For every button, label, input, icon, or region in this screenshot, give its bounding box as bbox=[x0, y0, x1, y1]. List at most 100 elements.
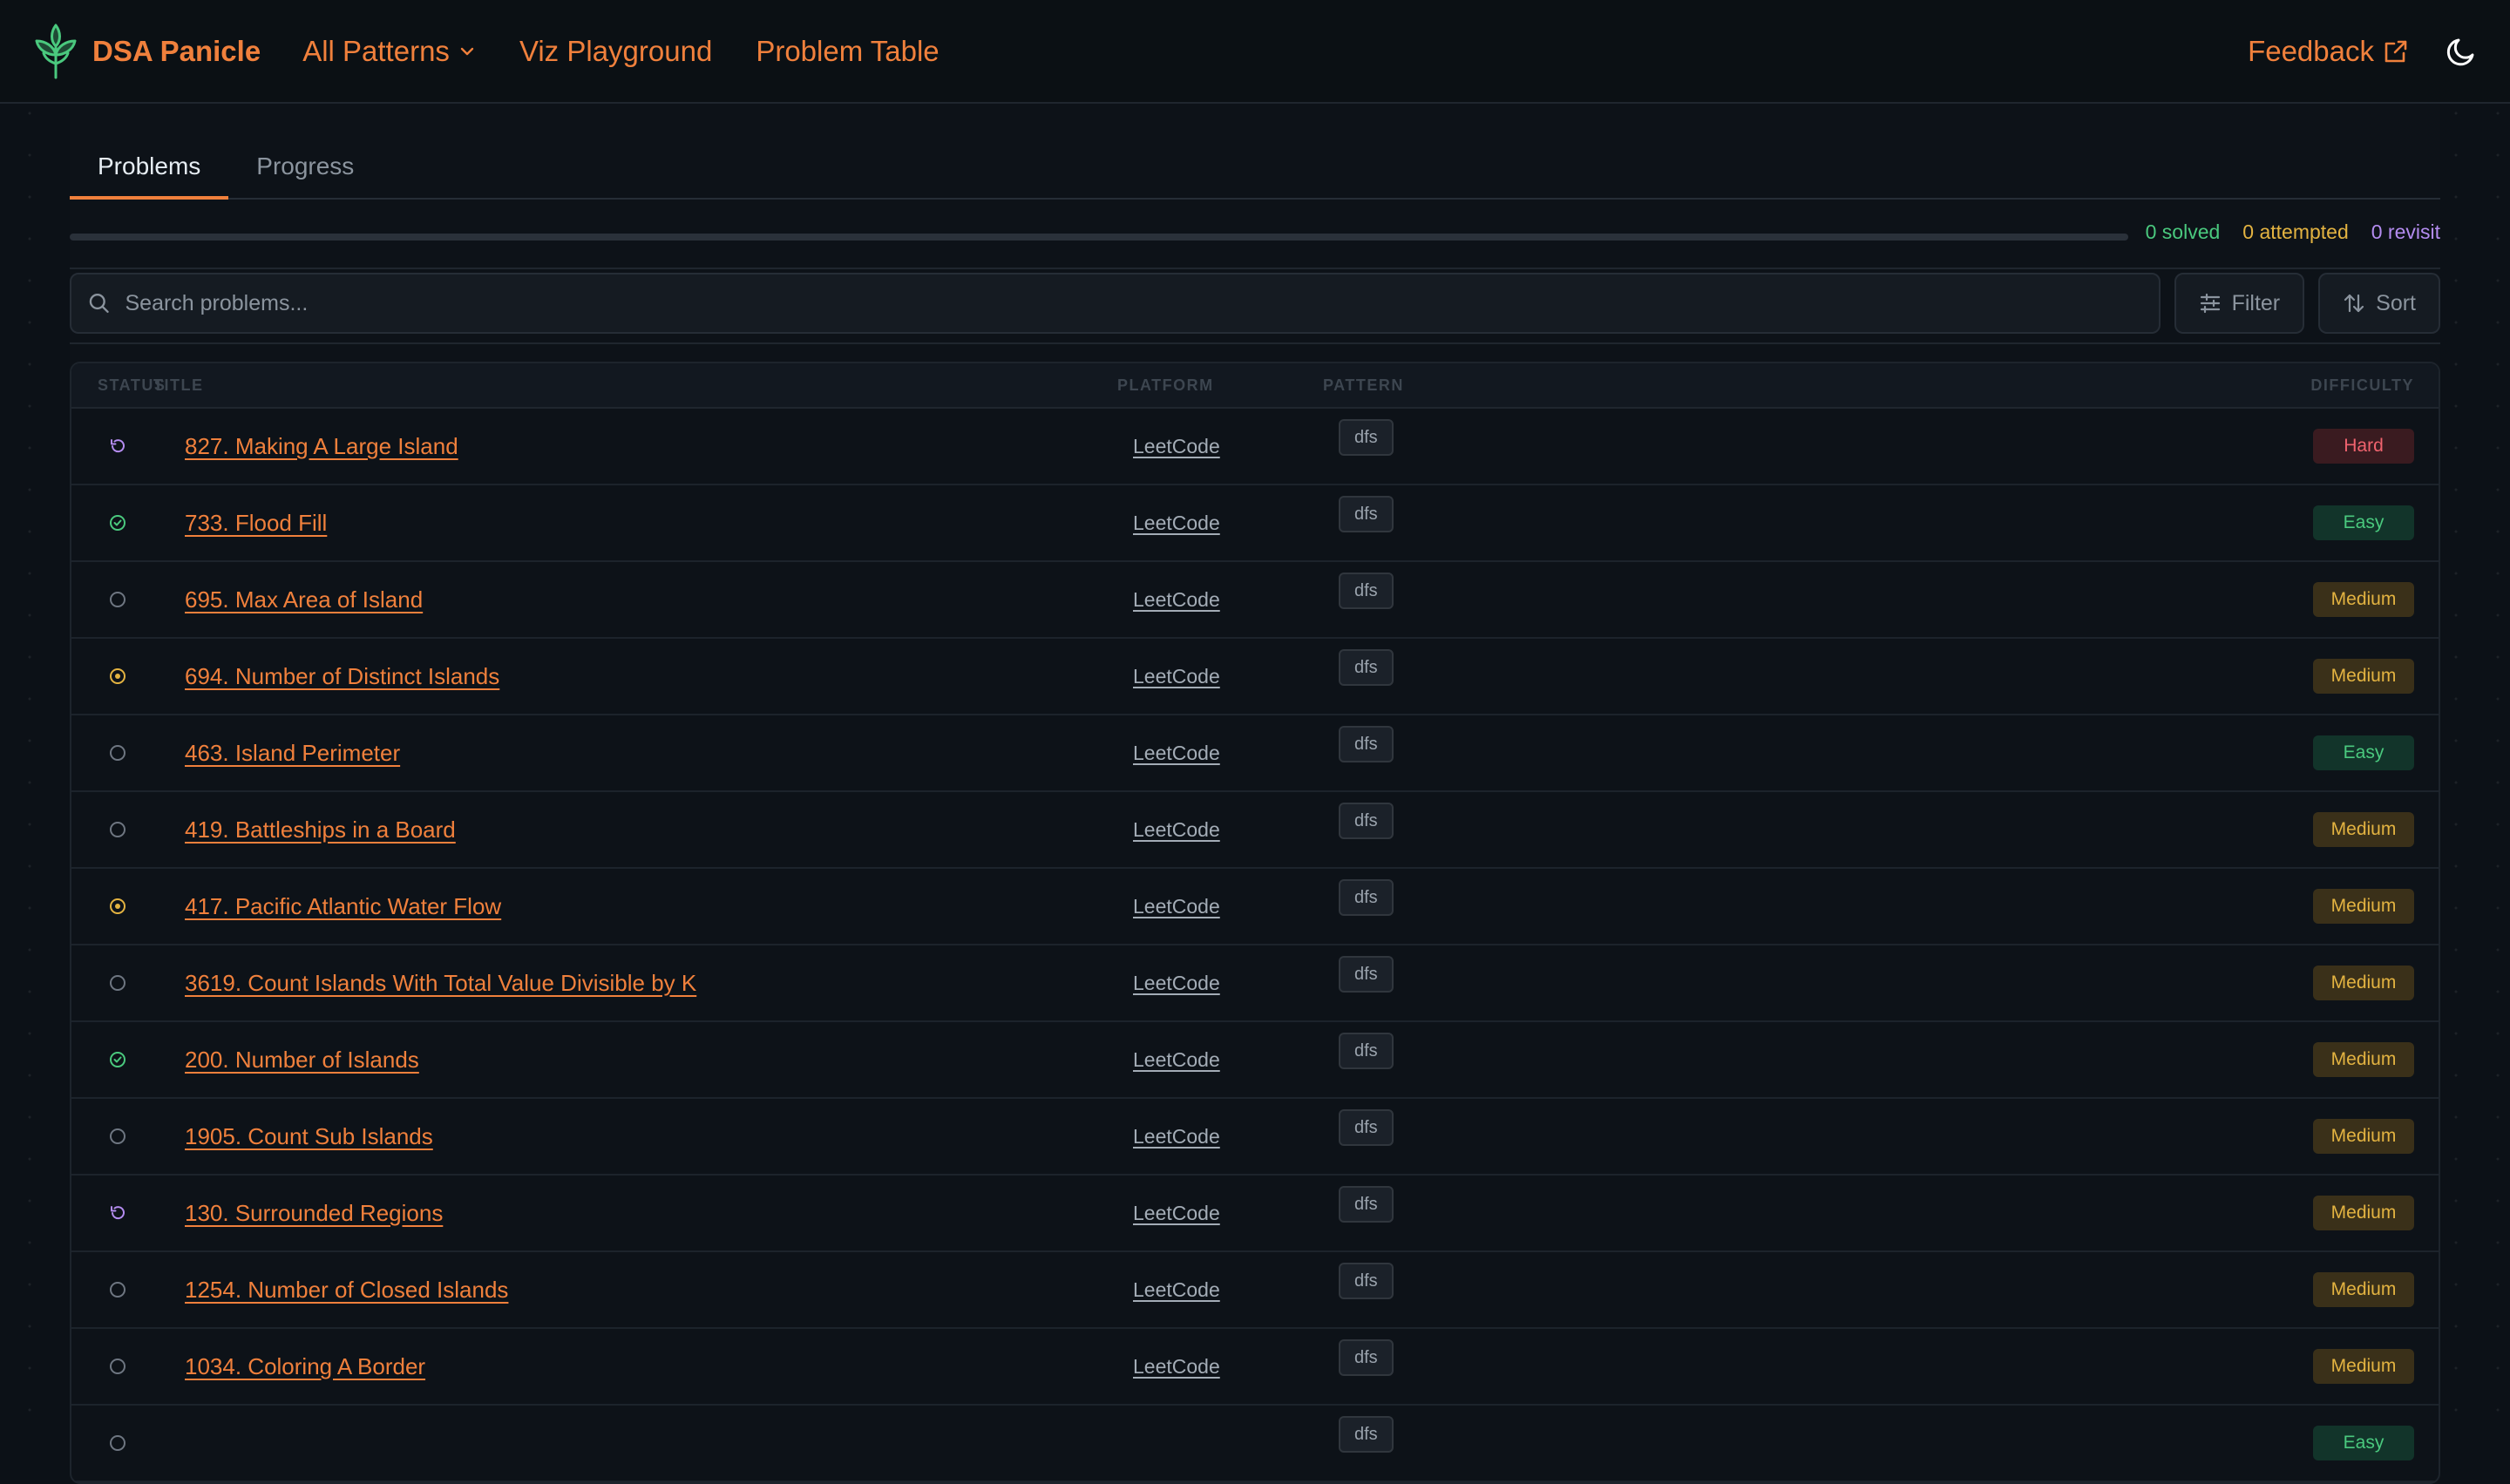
header-title[interactable]: TITLE bbox=[153, 376, 1117, 395]
difficulty-badge: Easy bbox=[2313, 1426, 2414, 1460]
pattern-tag[interactable]: dfs bbox=[1339, 726, 1394, 762]
pattern-tag[interactable]: dfs bbox=[1339, 1416, 1394, 1453]
platform-link[interactable]: LeetCode bbox=[1117, 895, 1220, 918]
pattern-tag[interactable]: dfs bbox=[1339, 419, 1394, 456]
table-row[interactable]: 200. Number of Islands LeetCode dfs Medium bbox=[71, 1022, 2439, 1099]
header-platform[interactable]: PLATFORM bbox=[1117, 376, 1323, 395]
problem-title-link[interactable]: 463. Island Perimeter bbox=[185, 740, 400, 766]
problem-title-link[interactable]: 1034. Coloring A Border bbox=[185, 1353, 425, 1379]
status-todo-icon bbox=[110, 975, 126, 991]
header-difficulty[interactable]: DIFFICULTY bbox=[2299, 376, 2439, 395]
search-input[interactable] bbox=[125, 290, 2143, 316]
table-row[interactable]: dfs Easy bbox=[71, 1406, 2439, 1482]
tab-progress[interactable]: Progress bbox=[228, 142, 382, 200]
table-row[interactable]: 695. Max Area of Island LeetCode dfs Medium bbox=[71, 562, 2439, 639]
pattern-tag[interactable]: dfs bbox=[1339, 1339, 1394, 1376]
platform-link[interactable]: LeetCode bbox=[1117, 1048, 1220, 1071]
feedback-link[interactable]: Feedback bbox=[2248, 35, 2409, 68]
pattern-tag[interactable]: dfs bbox=[1339, 496, 1394, 532]
problem-title-link[interactable]: 733. Flood Fill bbox=[185, 510, 327, 536]
table-row[interactable]: 1034. Coloring A Border LeetCode dfs Medium bbox=[71, 1329, 2439, 1406]
brand-link[interactable]: DSA Panicle bbox=[31, 24, 261, 79]
platform-cell bbox=[1117, 1432, 1323, 1455]
pattern-tag[interactable]: dfs bbox=[1339, 879, 1394, 916]
table-row[interactable]: 1254. Number of Closed Islands LeetCode df… bbox=[71, 1252, 2439, 1329]
table-row[interactable]: 694. Number of Distinct Islands LeetCode d… bbox=[71, 639, 2439, 715]
platform-link[interactable]: LeetCode bbox=[1117, 1278, 1220, 1301]
platform-link[interactable]: LeetCode bbox=[1117, 512, 1220, 534]
pattern-tag[interactable]: dfs bbox=[1339, 1186, 1394, 1223]
nav-problem-table[interactable]: Problem Table bbox=[756, 35, 939, 68]
platform-link[interactable]: LeetCode bbox=[1117, 972, 1220, 994]
status-cell[interactable] bbox=[71, 1280, 153, 1299]
status-cell[interactable] bbox=[71, 1127, 153, 1146]
problem-title-link[interactable]: 417. Pacific Atlantic Water Flow bbox=[185, 893, 501, 919]
table-row[interactable]: 827. Making A Large Island LeetCode dfs Har… bbox=[71, 409, 2439, 485]
status-cell[interactable] bbox=[71, 897, 153, 916]
table-row[interactable]: 3619. Count Islands With Total Value Div… bbox=[71, 945, 2439, 1022]
table-row[interactable]: 463. Island Perimeter LeetCode dfs Easy bbox=[71, 715, 2439, 792]
status-cell[interactable] bbox=[71, 973, 153, 993]
status-cell[interactable] bbox=[71, 667, 153, 686]
table-row[interactable]: 417. Pacific Atlantic Water Flow LeetCode… bbox=[71, 869, 2439, 945]
pattern-cell: dfs bbox=[1323, 792, 2299, 867]
tab-problems[interactable]: Problems bbox=[70, 142, 229, 200]
status-cell[interactable] bbox=[71, 590, 153, 609]
pattern-tag[interactable]: dfs bbox=[1339, 1109, 1394, 1146]
attempted-count: 0 attempted bbox=[2242, 220, 2349, 243]
pattern-tag[interactable]: dfs bbox=[1339, 956, 1394, 993]
platform-cell: LeetCode bbox=[1117, 1125, 1323, 1149]
problem-title-link[interactable]: 694. Number of Distinct Islands bbox=[185, 663, 499, 689]
problem-title-link[interactable]: 419. Battleships in a Board bbox=[185, 817, 456, 843]
sort-button[interactable]: Sort bbox=[2318, 273, 2440, 334]
status-cell[interactable] bbox=[71, 743, 153, 762]
platform-link[interactable] bbox=[1117, 1432, 1133, 1454]
status-cell[interactable] bbox=[71, 1203, 153, 1223]
pattern-tag[interactable]: dfs bbox=[1339, 573, 1394, 609]
sliders-icon bbox=[2200, 293, 2220, 314]
header-status[interactable]: STATUS bbox=[71, 376, 165, 395]
nav-viz-playground[interactable]: Viz Playground bbox=[519, 35, 712, 68]
status-cell[interactable] bbox=[71, 820, 153, 839]
platform-link[interactable]: LeetCode bbox=[1117, 818, 1220, 841]
status-cell[interactable] bbox=[71, 1433, 153, 1453]
platform-link[interactable]: LeetCode bbox=[1117, 1355, 1220, 1378]
moon-icon[interactable] bbox=[2444, 34, 2479, 69]
pattern-cell: dfs bbox=[1323, 485, 2299, 560]
status-cell[interactable] bbox=[71, 1357, 153, 1376]
difficulty-cell: Medium bbox=[2299, 659, 2439, 694]
status-cell[interactable] bbox=[71, 513, 153, 532]
filter-button[interactable]: Filter bbox=[2174, 273, 2305, 334]
platform-link[interactable]: LeetCode bbox=[1117, 435, 1220, 457]
problem-title-link[interactable]: 200. Number of Islands bbox=[185, 1047, 419, 1073]
nav-all-patterns[interactable]: All Patterns bbox=[302, 35, 476, 68]
platform-link[interactable]: LeetCode bbox=[1117, 588, 1220, 611]
platform-link[interactable]: LeetCode bbox=[1117, 1202, 1220, 1224]
pattern-tag[interactable]: dfs bbox=[1339, 803, 1394, 839]
progress-bar bbox=[70, 234, 2128, 241]
pattern-tag[interactable]: dfs bbox=[1339, 1033, 1394, 1069]
title-cell: 827. Making A Large Island bbox=[153, 433, 1117, 460]
status-cell[interactable] bbox=[71, 437, 153, 456]
pattern-tag[interactable]: dfs bbox=[1339, 1263, 1394, 1299]
platform-link[interactable]: LeetCode bbox=[1117, 665, 1220, 688]
header-pattern[interactable]: PATTERN bbox=[1323, 376, 2299, 395]
problem-title-link[interactable]: 1905. Count Sub Islands bbox=[185, 1123, 433, 1149]
table-row[interactable]: 419. Battleships in a Board LeetCode dfs Me… bbox=[71, 792, 2439, 869]
platform-link[interactable]: LeetCode bbox=[1117, 1125, 1220, 1148]
difficulty-badge: Medium bbox=[2313, 812, 2414, 847]
problem-title-link[interactable]: 3619. Count Islands With Total Value Div… bbox=[185, 970, 696, 996]
main-content: Problems Progress 0 solved 0 attempted 0… bbox=[70, 104, 2440, 1484]
table-row[interactable]: 130. Surrounded Regions LeetCode dfs Medium bbox=[71, 1176, 2439, 1252]
problem-title-link[interactable]: 130. Surrounded Regions bbox=[185, 1200, 443, 1226]
status-cell[interactable] bbox=[71, 1050, 153, 1069]
table-row[interactable]: 733. Flood Fill LeetCode dfs Easy bbox=[71, 485, 2439, 562]
platform-link[interactable]: LeetCode bbox=[1117, 742, 1220, 764]
status-revisit-icon bbox=[111, 439, 125, 453]
problem-title-link[interactable]: 1254. Number of Closed Islands bbox=[185, 1277, 508, 1303]
nav-viz-playground-label: Viz Playground bbox=[519, 34, 713, 67]
table-row[interactable]: 1905. Count Sub Islands LeetCode dfs Medium bbox=[71, 1099, 2439, 1176]
problem-title-link[interactable]: 827. Making A Large Island bbox=[185, 433, 458, 459]
pattern-tag[interactable]: dfs bbox=[1339, 649, 1394, 686]
problem-title-link[interactable]: 695. Max Area of Island bbox=[185, 586, 423, 613]
